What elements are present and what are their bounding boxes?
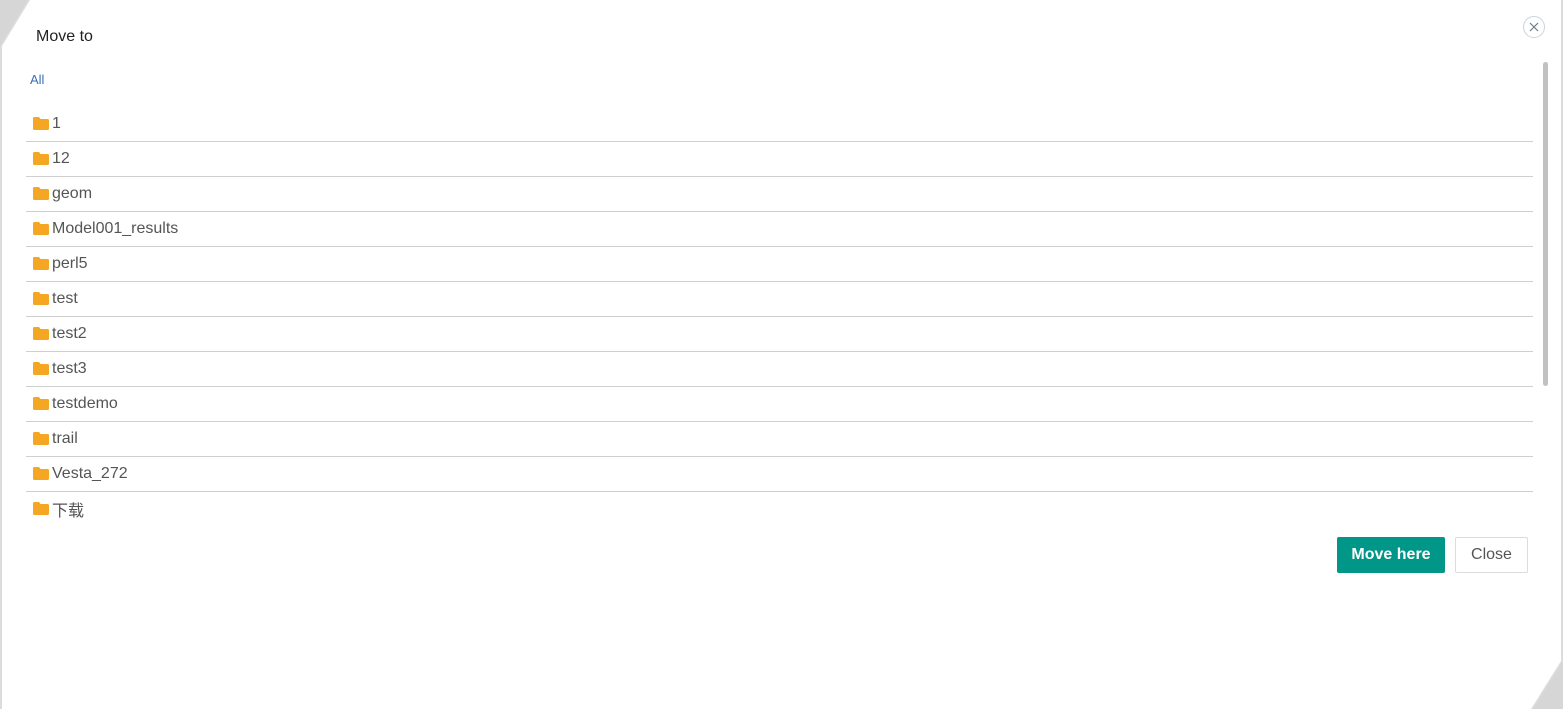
folder-icon (33, 152, 49, 165)
move-to-dialog: Move to All 1 12 geom Model001_results p… (2, 0, 1561, 709)
folder-icon (33, 292, 49, 305)
folder-row[interactable]: geom (26, 177, 1533, 212)
folder-row[interactable]: Model001_results (26, 212, 1533, 247)
folder-row[interactable]: 12 (26, 142, 1533, 177)
folder-name: 1 (52, 115, 61, 132)
folder-icon (33, 257, 49, 270)
dialog-title: Move to (36, 28, 93, 45)
folder-icon (33, 432, 49, 445)
folder-icon (33, 222, 49, 235)
folder-row[interactable]: Vesta_272 (26, 457, 1533, 492)
close-button[interactable]: Close (1455, 537, 1528, 573)
folder-icon (33, 117, 49, 130)
folder-row[interactable]: perl5 (26, 247, 1533, 282)
folder-row[interactable]: 1 (26, 107, 1533, 142)
folder-row[interactable]: test3 (26, 352, 1533, 387)
folder-icon (33, 502, 49, 515)
folder-list: 1 12 geom Model001_results perl5 test te… (26, 107, 1533, 526)
folder-name: geom (52, 185, 93, 202)
folder-icon (33, 467, 49, 480)
folder-name: 12 (52, 150, 70, 167)
folder-icon (33, 327, 49, 340)
close-dialog-button[interactable] (1523, 16, 1545, 38)
folder-row[interactable]: test2 (26, 317, 1533, 352)
folder-name: Model001_results (52, 220, 179, 237)
folder-name: 下载 (52, 503, 85, 520)
folder-icon (33, 397, 49, 410)
folder-name: test2 (52, 325, 87, 342)
folder-icon (33, 362, 49, 375)
folder-name: testdemo (52, 395, 118, 412)
folder-name: perl5 (52, 255, 88, 272)
close-icon (1529, 22, 1539, 32)
folder-name: Vesta_272 (52, 465, 128, 482)
scrollbar-thumb[interactable] (1543, 62, 1548, 386)
folder-row[interactable]: test (26, 282, 1533, 317)
folder-name: trail (52, 430, 78, 447)
folder-name: test3 (52, 360, 87, 377)
folder-name: test (52, 290, 78, 307)
folder-row[interactable]: 下载 (26, 492, 1533, 526)
move-here-button[interactable]: Move here (1337, 537, 1445, 573)
breadcrumb-all[interactable]: All (30, 72, 44, 87)
folder-row[interactable]: trail (26, 422, 1533, 457)
folder-icon (33, 187, 49, 200)
folder-row[interactable]: testdemo (26, 387, 1533, 422)
